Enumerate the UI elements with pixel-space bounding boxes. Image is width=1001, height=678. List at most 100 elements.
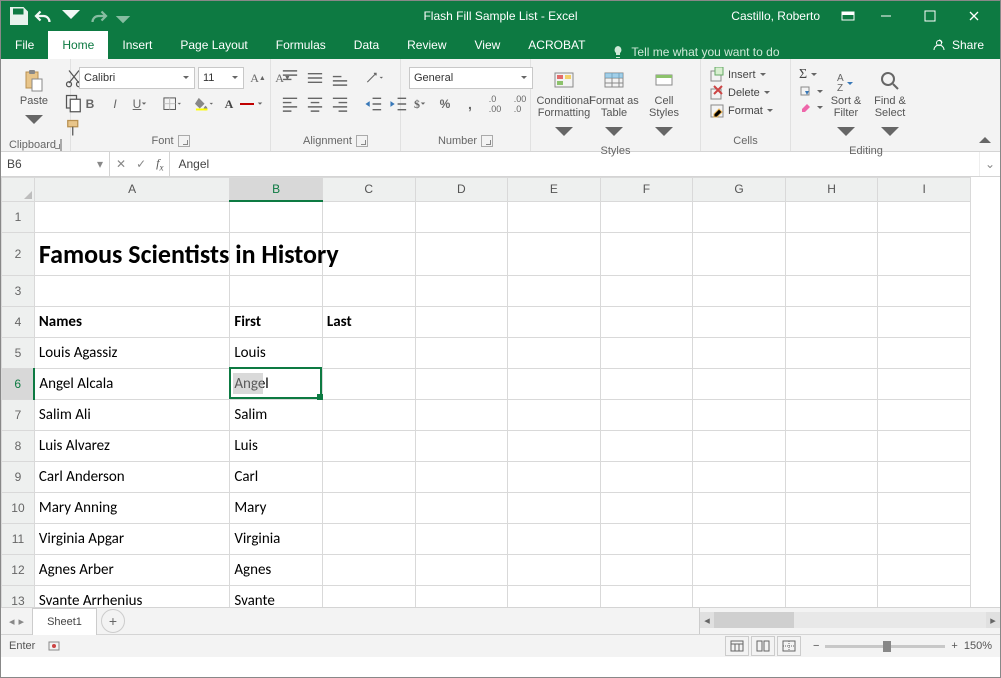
paste-button[interactable]: Paste xyxy=(9,63,59,133)
align-middle-icon[interactable] xyxy=(304,67,326,89)
cell[interactable]: Angel Alcala xyxy=(34,368,229,399)
tab-view[interactable]: View xyxy=(461,31,515,59)
bold-button[interactable]: B xyxy=(79,93,101,115)
row-header-3[interactable]: 3 xyxy=(2,275,35,306)
clear-button[interactable] xyxy=(799,101,824,115)
maximize-button[interactable] xyxy=(910,1,950,31)
cell[interactable]: Virginia Apgar xyxy=(34,523,229,554)
cell[interactable] xyxy=(600,201,693,232)
minimize-button[interactable] xyxy=(866,1,906,31)
row-header-5[interactable]: 5 xyxy=(2,337,35,368)
number-format-combo[interactable]: General xyxy=(409,67,533,89)
row-header-7[interactable]: 7 xyxy=(2,399,35,430)
cell[interactable] xyxy=(508,337,601,368)
cell[interactable]: Luis Alvarez xyxy=(34,430,229,461)
column-header-A[interactable]: A xyxy=(34,178,229,202)
cell[interactable]: Luis xyxy=(230,430,323,461)
cell[interactable] xyxy=(878,337,971,368)
cell[interactable] xyxy=(34,275,229,306)
cell[interactable]: Carl Anderson xyxy=(34,461,229,492)
increase-font-icon[interactable]: A▲ xyxy=(247,67,269,89)
cell[interactable] xyxy=(600,554,693,585)
cell-styles-button[interactable]: Cell Styles xyxy=(639,63,689,145)
cell[interactable] xyxy=(230,275,323,306)
align-top-icon[interactable] xyxy=(279,67,301,89)
find-select-button[interactable]: Find & Select xyxy=(868,63,912,145)
cell[interactable] xyxy=(322,201,415,232)
insert-cells-button[interactable]: Insert xyxy=(709,67,767,83)
row-header-9[interactable]: 9 xyxy=(2,461,35,492)
cell[interactable]: First xyxy=(230,306,323,337)
dialog-launcher-icon[interactable] xyxy=(178,135,190,147)
cell[interactable] xyxy=(878,461,971,492)
cell[interactable] xyxy=(693,306,786,337)
cell[interactable] xyxy=(878,585,971,607)
cell[interactable] xyxy=(785,232,878,275)
cell[interactable] xyxy=(600,306,693,337)
cell[interactable] xyxy=(785,554,878,585)
cell[interactable] xyxy=(415,232,508,275)
cell[interactable] xyxy=(693,461,786,492)
sheet-nav-next-icon[interactable]: ▸ xyxy=(19,615,25,628)
column-header-E[interactable]: E xyxy=(508,178,601,202)
delete-cells-button[interactable]: Delete xyxy=(709,85,771,101)
cell[interactable] xyxy=(508,275,601,306)
cell[interactable] xyxy=(785,585,878,607)
cell[interactable] xyxy=(600,275,693,306)
cell[interactable]: Mary xyxy=(230,492,323,523)
cell[interactable] xyxy=(693,275,786,306)
cell[interactable] xyxy=(508,306,601,337)
font-color-button[interactable]: A xyxy=(218,93,240,115)
autosum-button[interactable]: Σ xyxy=(799,67,824,83)
cell[interactable] xyxy=(415,337,508,368)
cell[interactable] xyxy=(322,492,415,523)
tab-review[interactable]: Review xyxy=(393,31,460,59)
cell[interactable]: Famous Scientists in History xyxy=(34,232,229,275)
scroll-right-icon[interactable]: ▸ xyxy=(986,612,1000,628)
cell[interactable]: Louis xyxy=(230,337,323,368)
cell[interactable] xyxy=(693,399,786,430)
cell[interactable] xyxy=(322,430,415,461)
italic-button[interactable]: I xyxy=(104,93,126,115)
expand-formula-bar-icon[interactable]: ⌄ xyxy=(979,152,1000,176)
cell[interactable] xyxy=(600,461,693,492)
cell[interactable] xyxy=(508,201,601,232)
tab-insert[interactable]: Insert xyxy=(108,31,166,59)
cell[interactable]: Svante xyxy=(230,585,323,607)
view-page-break-icon[interactable] xyxy=(777,636,801,656)
format-cells-button[interactable]: Format xyxy=(709,103,774,119)
view-page-layout-icon[interactable] xyxy=(751,636,775,656)
cell[interactable] xyxy=(600,523,693,554)
decrease-decimal-icon[interactable]: .00.0 xyxy=(509,93,531,115)
font-name-combo[interactable]: Calibri xyxy=(79,67,195,89)
column-header-B[interactable]: B xyxy=(230,178,323,202)
column-header-H[interactable]: H xyxy=(785,178,878,202)
chevron-down-icon[interactable] xyxy=(257,100,263,108)
cell[interactable] xyxy=(415,585,508,607)
cell[interactable]: Carl xyxy=(230,461,323,492)
cell[interactable] xyxy=(34,201,229,232)
row-header-8[interactable]: 8 xyxy=(2,430,35,461)
cell[interactable]: Svante Arrhenius xyxy=(34,585,229,607)
align-left-icon[interactable] xyxy=(279,93,301,115)
cell[interactable] xyxy=(785,201,878,232)
cell[interactable] xyxy=(693,554,786,585)
cell[interactable] xyxy=(785,523,878,554)
column-header-I[interactable]: I xyxy=(878,178,971,202)
cell[interactable] xyxy=(600,232,693,275)
select-all-corner[interactable] xyxy=(2,178,35,202)
cell[interactable] xyxy=(322,461,415,492)
cell[interactable] xyxy=(878,232,971,275)
share-button[interactable]: Share xyxy=(932,31,1000,59)
align-bottom-icon[interactable] xyxy=(329,67,351,89)
save-icon[interactable] xyxy=(7,4,31,28)
cell[interactable] xyxy=(693,337,786,368)
column-header-G[interactable]: G xyxy=(693,178,786,202)
sort-filter-button[interactable]: AZ Sort & Filter xyxy=(824,63,868,145)
cell[interactable] xyxy=(785,306,878,337)
cell[interactable] xyxy=(785,399,878,430)
cell[interactable] xyxy=(785,461,878,492)
tab-data[interactable]: Data xyxy=(340,31,393,59)
cell[interactable] xyxy=(600,585,693,607)
cell[interactable] xyxy=(693,201,786,232)
